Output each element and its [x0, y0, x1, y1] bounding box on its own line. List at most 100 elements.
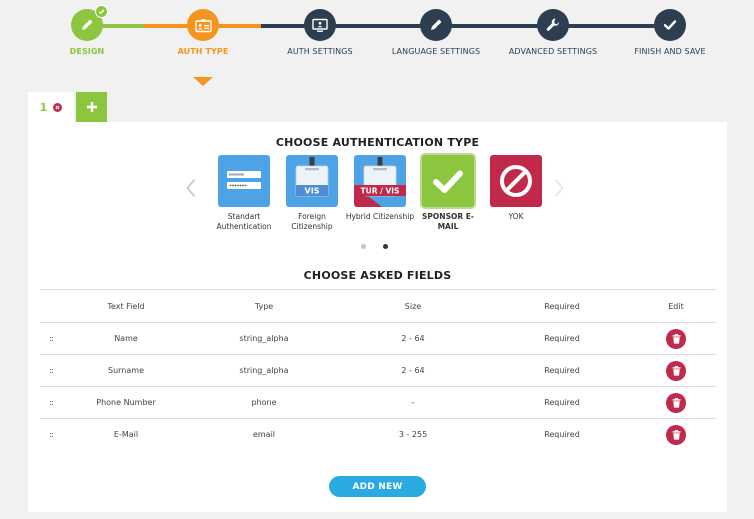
delete-field-button[interactable]	[666, 360, 686, 381]
cell-edit	[636, 354, 716, 387]
auth-option-label: Foreign Citizenship	[291, 212, 333, 232]
auth-option-foreign-citizenship[interactable]: VIS Foreign Citizenship	[277, 155, 347, 232]
prohibited-icon	[490, 155, 542, 207]
cell-required: Required	[488, 322, 636, 355]
asked-fields-table: Text Field Type Size Required Edit :: Na…	[40, 289, 716, 451]
wizard-steps: DESIGN AUTH TYPE AUTH SETTINGS LANGUAGE …	[0, 0, 754, 90]
column-header-text-field: Text Field	[62, 289, 190, 323]
choose-asked-fields-title: CHOOSE ASKED FIELDS	[303, 269, 452, 282]
tab-1[interactable]: 1	[28, 92, 74, 122]
cell-type: phone	[190, 386, 338, 419]
drag-handle[interactable]: ::	[40, 386, 62, 419]
cell-text-field: Name	[62, 322, 190, 355]
step-language-settings[interactable]: LANGUAGE SETTINGS	[371, 9, 501, 56]
cell-required: Required	[488, 386, 636, 419]
step-auth-settings[interactable]: AUTH SETTINGS	[255, 9, 385, 56]
pencil-icon	[82, 19, 93, 30]
delete-field-button[interactable]	[666, 424, 686, 445]
badge-vis-icon: VIS	[286, 155, 338, 207]
step-finish-and-save-label: FINISH AND SAVE	[634, 47, 706, 56]
step-design[interactable]: DESIGN	[22, 5, 152, 56]
badge-tur-vis-icon: TUR / VIS	[354, 155, 406, 207]
monitor-icon	[312, 18, 328, 32]
cell-required: Required	[488, 418, 636, 451]
trash-icon	[672, 365, 680, 376]
cell-size: 2 - 64	[338, 354, 488, 387]
auth-option-label: Standart Authentication	[216, 212, 272, 232]
chevron-right-icon	[554, 178, 564, 198]
cell-required: Required	[488, 354, 636, 387]
table-row: :: E-Mail email 3 - 255 Required	[40, 418, 716, 451]
trash-icon	[672, 429, 680, 440]
auth-option-label: Hybrid Citizenship	[345, 212, 415, 221]
step-language-settings-circle	[420, 9, 452, 41]
plus-icon	[86, 102, 97, 112]
carousel-pagination	[361, 244, 388, 249]
auth-option-hybrid-citizenship[interactable]: TUR / VIS Hybrid Citizenship	[345, 155, 415, 222]
carousel-dot-2[interactable]	[383, 244, 388, 249]
table-header-row: Text Field Type Size Required Edit	[40, 289, 716, 323]
completed-check-icon	[95, 5, 108, 18]
carousel-dot-1[interactable]	[361, 244, 366, 249]
auth-option-yok[interactable]: YOK	[481, 155, 551, 222]
svg-text:VIS: VIS	[305, 187, 320, 196]
id-card-icon	[194, 18, 212, 32]
check-icon	[422, 155, 474, 207]
table-row: :: Phone Number phone - Required	[40, 386, 716, 419]
step-language-settings-label: LANGUAGE SETTINGS	[391, 47, 481, 56]
cell-type: string_alpha	[190, 322, 338, 355]
add-new-field-button[interactable]: ADD NEW	[329, 476, 426, 497]
table-row: :: Surname string_alpha 2 - 64 Required	[40, 354, 716, 387]
add-tab-button[interactable]	[76, 92, 107, 122]
column-header-edit: Edit	[636, 289, 716, 323]
trash-icon	[672, 333, 680, 344]
step-auth-type-label: AUTH TYPE	[177, 47, 229, 56]
drag-handle[interactable]: ::	[40, 418, 62, 451]
column-header-required: Required	[488, 289, 636, 323]
step-auth-type-circle	[187, 9, 219, 41]
auth-config-panel: CHOOSE AUTHENTICATION TYPE Standart Auth…	[28, 122, 727, 512]
step-auth-settings-circle	[304, 9, 336, 41]
cell-size: -	[338, 386, 488, 419]
active-step-caret	[193, 77, 213, 86]
cell-text-field: Surname	[62, 354, 190, 387]
cell-edit	[636, 322, 716, 355]
cell-text-field: E-Mail	[62, 418, 190, 451]
carousel-prev-button[interactable]	[182, 176, 200, 200]
step-auth-settings-label: AUTH SETTINGS	[287, 47, 353, 56]
close-tab-icon[interactable]	[53, 102, 63, 112]
cell-size: 3 - 255	[338, 418, 488, 451]
step-auth-type[interactable]: AUTH TYPE	[138, 9, 268, 56]
choose-auth-type-title: CHOOSE AUTHENTICATION TYPE	[275, 136, 480, 149]
auth-option-label: YOK	[508, 212, 524, 221]
step-finish-and-save[interactable]: FINISH AND SAVE	[605, 9, 735, 56]
delete-field-button[interactable]	[666, 392, 686, 413]
auth-option-sponsor-email[interactable]: SPONSOR E-MAIL	[413, 155, 483, 232]
delete-field-button[interactable]	[666, 328, 686, 349]
column-header-type: Type	[190, 289, 338, 323]
trash-icon	[672, 397, 680, 408]
cell-type: email	[190, 418, 338, 451]
column-header-size: Size	[338, 289, 488, 323]
auth-option-standart[interactable]: Standart Authentication	[209, 155, 279, 232]
step-advanced-settings[interactable]: ADVANCED SETTINGS	[488, 9, 618, 56]
chevron-left-icon	[186, 178, 196, 198]
svg-text:TUR / VIS: TUR / VIS	[361, 187, 400, 196]
cell-size: 2 - 64	[338, 322, 488, 355]
cell-edit	[636, 418, 716, 451]
step-design-circle	[71, 5, 108, 41]
pencil-icon	[431, 19, 442, 30]
step-design-label: DESIGN	[69, 47, 105, 56]
cell-edit	[636, 386, 716, 419]
column-header-handle	[40, 289, 62, 323]
drag-handle[interactable]: ::	[40, 322, 62, 355]
step-advanced-settings-label: ADVANCED SETTINGS	[508, 47, 598, 56]
wrench-icon	[546, 18, 559, 31]
step-advanced-settings-circle	[537, 9, 569, 41]
step-finish-and-save-circle	[654, 9, 686, 41]
check-icon	[663, 20, 677, 30]
cell-text-field: Phone Number	[62, 386, 190, 419]
auth-option-label: SPONSOR E-MAIL	[422, 212, 474, 232]
carousel-next-button[interactable]	[550, 176, 568, 200]
drag-handle[interactable]: ::	[40, 354, 62, 387]
